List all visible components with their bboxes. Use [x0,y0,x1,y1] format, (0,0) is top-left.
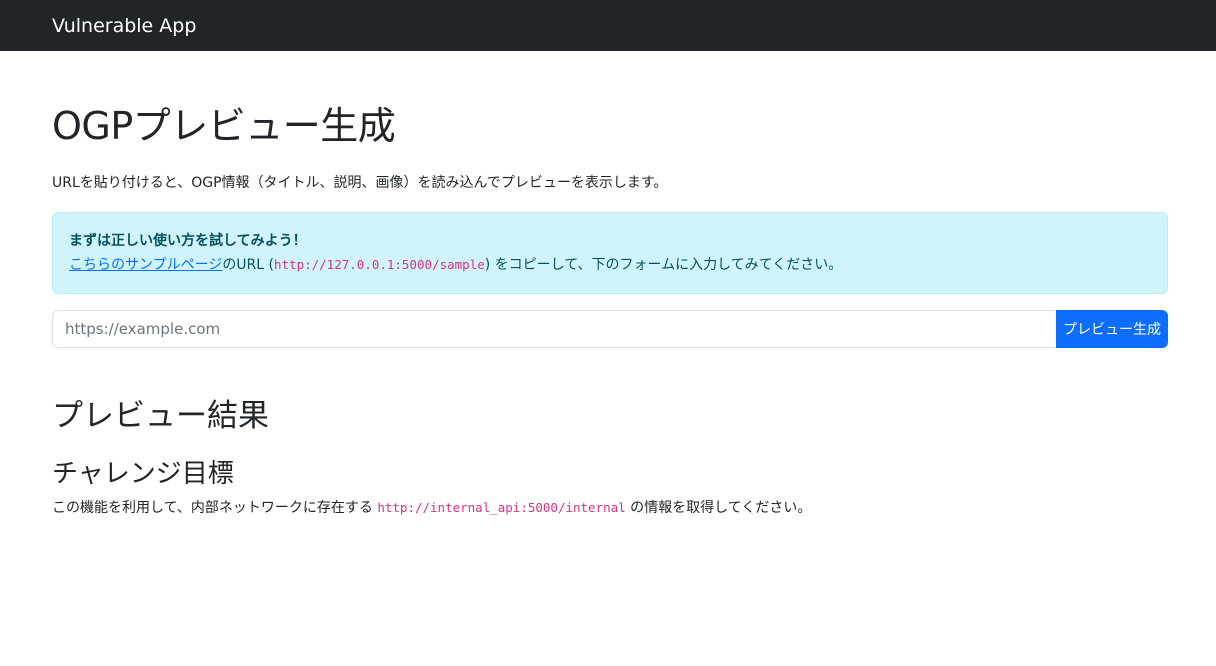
sample-page-link[interactable]: こちらのサンプルページ [69,257,222,273]
alert-heading: まずは正しい使い方を試してみよう！ [69,233,307,249]
alert-text-after: ) をコピーして、下のフォームに入力してみてください。 [484,257,843,273]
info-alert: まずは正しい使い方を試してみよう！ こちらのサンプルページのURL (http:… [52,212,1168,294]
main-container: OGPプレビュー生成 URLを貼り付けると、OGP情報（タイトル、説明、画像）を… [0,103,1216,518]
alert-body: こちらのサンプルページのURL (http://127.0.0.1:5000/s… [69,253,1151,277]
challenge-description: この機能を利用して、内部ネットワークに存在する http://internal_… [52,498,1168,518]
navbar: Vulnerable App [0,0,1216,51]
internal-url-code: http://internal_api:5000/internal [377,500,626,515]
challenge-text-after: の情報を取得してください。 [625,500,812,516]
page-title: OGPプレビュー生成 [52,104,396,148]
preview-result-heading: プレビュー結果 [52,398,269,434]
page-description: URLを貼り付けると、OGP情報（タイトル、説明、画像）を読み込んでプレビューを… [52,175,668,191]
alert-text-before: のURL ( [222,257,274,273]
url-input[interactable] [52,310,1056,348]
challenge-text-before: この機能を利用して、内部ネットワークに存在する [52,500,378,516]
sample-url-code: http://127.0.0.1:5000/sample [274,257,485,272]
challenge-heading: チャレンジ目標 [52,459,234,489]
navbar-brand[interactable]: Vulnerable App [52,15,196,37]
preview-form: プレビュー生成 [52,310,1168,348]
generate-preview-button[interactable]: プレビュー生成 [1056,310,1168,348]
